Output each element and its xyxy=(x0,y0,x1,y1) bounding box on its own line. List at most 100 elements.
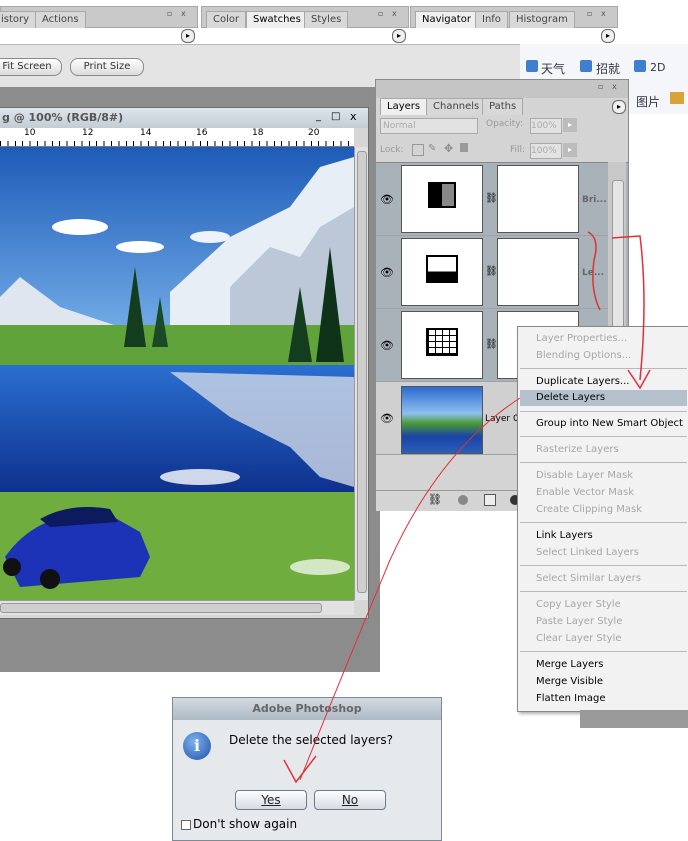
fit-screen-button[interactable]: Fit Screen xyxy=(0,58,62,76)
disable-layer-mask-item[interactable]: Disable Layer Mask xyxy=(536,468,633,484)
blend-mode-select[interactable]: Normal xyxy=(380,118,478,134)
tab-history[interactable]: istory xyxy=(0,11,37,28)
tab-info[interactable]: Info xyxy=(475,11,508,28)
visibility-eye-icon[interactable]: 👁 xyxy=(380,339,394,352)
copy-layer-style-item[interactable]: Copy Layer Style xyxy=(536,597,621,613)
select-similar-layers-item[interactable]: Select Similar Layers xyxy=(536,571,641,587)
document-titlebar[interactable]: g @ 100% (RGB/8#) _ □ x xyxy=(0,108,368,128)
chain-link-icon[interactable]: ⛓ xyxy=(485,339,498,350)
close-panel-icon[interactable]: x xyxy=(392,9,397,18)
merge-layers-item[interactable]: Merge Layers xyxy=(536,657,604,673)
fill-arrow-icon[interactable]: ▸ xyxy=(563,143,577,157)
layer-image-thumbnail xyxy=(401,386,483,454)
horizontal-scrollbar[interactable] xyxy=(0,600,354,615)
curves-icon xyxy=(426,328,458,356)
tab-channels[interactable]: Channels xyxy=(426,98,487,115)
opacity-arrow-icon[interactable]: ▸ xyxy=(563,118,577,132)
panel-menu-icon[interactable]: ▸ xyxy=(601,29,615,43)
close-panel-icon[interactable]: x xyxy=(612,82,617,91)
close-panel-icon[interactable]: x xyxy=(601,9,606,18)
twod-icon[interactable] xyxy=(634,60,646,72)
ruler-label: 14 xyxy=(140,128,152,138)
menu-separator xyxy=(520,651,687,652)
yes-button[interactable]: Yes xyxy=(235,790,307,810)
panel-menu-icon[interactable]: ▸ xyxy=(181,29,195,43)
maximize-window-icon[interactable]: □ xyxy=(331,111,340,122)
add-mask-icon[interactable] xyxy=(484,494,496,506)
minimize-panel-icon[interactable]: ▫ xyxy=(378,9,383,18)
flatten-image-item[interactable]: Flatten Image xyxy=(536,691,606,707)
weather-link[interactable]: 天气 xyxy=(541,60,565,77)
dialog-titlebar[interactable]: Adobe Photoshop xyxy=(173,698,441,720)
color-swatches-panel: Color Swatches Styles ▫ x ▸ xyxy=(201,6,409,43)
menu-shadow-strip xyxy=(580,710,688,728)
link-layers-item[interactable]: Link Layers xyxy=(536,528,593,544)
tab-color[interactable]: Color xyxy=(206,11,247,28)
tab-histogram[interactable]: Histogram xyxy=(509,11,575,28)
layer-row[interactable]: 👁 ⛓ Bri... xyxy=(376,163,608,236)
twod-link[interactable]: 2D xyxy=(650,61,665,74)
vertical-scrollbar[interactable] xyxy=(354,147,368,600)
lock-all-icon[interactable] xyxy=(460,143,468,152)
merge-visible-item[interactable]: Merge Visible xyxy=(536,674,603,690)
menu-separator xyxy=(520,565,687,566)
close-window-icon[interactable]: x xyxy=(350,110,357,123)
minimize-window-icon[interactable]: _ xyxy=(316,111,321,122)
tab-swatches[interactable]: Swatches xyxy=(246,11,308,28)
visibility-eye-icon[interactable]: 👁 xyxy=(380,266,394,279)
opacity-field[interactable]: 100% xyxy=(530,118,562,134)
lock-move-icon[interactable]: ✥ xyxy=(444,142,453,155)
image-link[interactable]: 图片 xyxy=(636,93,660,110)
chain-link-icon[interactable]: ⛓ xyxy=(485,193,498,204)
create-clipping-mask-item[interactable]: Create Clipping Mask xyxy=(536,502,642,518)
recruit-link[interactable]: 招就 xyxy=(596,60,620,77)
mask-thumbnail xyxy=(497,238,579,306)
layer-row[interactable]: 👁 ⛓ Le... xyxy=(376,236,608,309)
chain-link-icon[interactable]: ⛓ xyxy=(485,266,498,277)
enable-vector-mask-item[interactable]: Enable Vector Mask xyxy=(536,485,634,501)
lock-brush-icon[interactable]: ✎ xyxy=(428,143,436,154)
dialog-message: Delete the selected layers? xyxy=(229,733,393,747)
panel-menu-icon[interactable]: ▸ xyxy=(392,29,406,43)
opacity-label: Opacity: xyxy=(486,119,523,129)
tab-paths[interactable]: Paths xyxy=(482,98,524,115)
no-button[interactable]: No xyxy=(314,790,386,810)
layer-context-menu: Layer Properties... Blending Options... … xyxy=(517,326,688,712)
layer-style-icon[interactable] xyxy=(458,495,468,505)
delete-layers-item[interactable]: Delete Layers xyxy=(536,390,605,406)
duplicate-layers-item[interactable]: Duplicate Layers... xyxy=(536,374,629,390)
tab-actions[interactable]: Actions xyxy=(35,11,86,28)
rasterize-layers-item[interactable]: Rasterize Layers xyxy=(536,442,619,458)
horizontal-scroll-thumb[interactable] xyxy=(0,603,322,613)
dont-show-checkbox[interactable] xyxy=(181,820,191,830)
lock-transparency-icon[interactable] xyxy=(412,144,424,156)
weather-icon[interactable] xyxy=(526,60,538,72)
blending-options-item[interactable]: Blending Options... xyxy=(536,348,631,364)
print-size-button[interactable]: Print Size xyxy=(70,58,144,76)
close-panel-icon[interactable]: x xyxy=(181,9,186,18)
vertical-scroll-thumb[interactable] xyxy=(357,151,367,593)
layer-properties-item[interactable]: Layer Properties... xyxy=(536,331,627,347)
visibility-eye-icon[interactable]: 👁 xyxy=(380,193,394,206)
tab-navigator[interactable]: Navigator xyxy=(415,11,478,28)
link-layers-icon[interactable]: ⛓ xyxy=(428,493,442,506)
minimize-panel-icon[interactable]: ▫ xyxy=(598,82,603,91)
ruler-label: 12 xyxy=(82,128,94,138)
minimize-panel-icon[interactable]: ▫ xyxy=(167,9,172,18)
minimize-panel-icon[interactable]: ▫ xyxy=(587,9,592,18)
select-linked-layers-item[interactable]: Select Linked Layers xyxy=(536,545,639,561)
paste-layer-style-item[interactable]: Paste Layer Style xyxy=(536,614,622,630)
tab-styles[interactable]: Styles xyxy=(304,11,349,28)
tab-layers[interactable]: Layers xyxy=(380,98,428,115)
clear-layer-style-item[interactable]: Clear Layer Style xyxy=(536,631,622,647)
document-window: g @ 100% (RGB/8#) _ □ x 10 12 14 16 18 2… xyxy=(0,107,369,619)
fill-field[interactable]: 100% xyxy=(530,143,562,159)
visibility-eye-icon[interactable]: 👁 xyxy=(380,412,394,425)
canvas-image[interactable] xyxy=(0,147,354,600)
mask-thumbnail xyxy=(497,165,579,233)
menu-separator xyxy=(520,591,687,592)
panel-menu-icon[interactable]: ▸ xyxy=(612,100,626,114)
recruit-icon[interactable] xyxy=(580,60,592,72)
image-icon[interactable] xyxy=(670,92,684,104)
group-smart-object-item[interactable]: Group into New Smart Object xyxy=(536,416,683,432)
